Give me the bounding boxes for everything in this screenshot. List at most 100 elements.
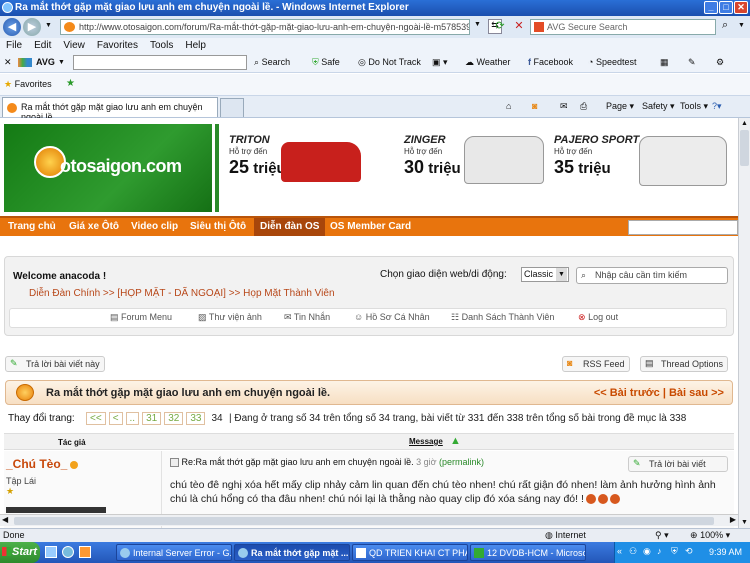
page-31[interactable]: 31 bbox=[142, 412, 162, 425]
search-go-icon[interactable]: ⌕ bbox=[722, 19, 728, 32]
author-name[interactable]: _Chú Tèo_ bbox=[6, 457, 67, 471]
task-current-page[interactable]: Ra mắt thớt gặp mặt ... bbox=[234, 544, 350, 561]
avg-menu[interactable]: AVG bbox=[36, 57, 55, 67]
start-button[interactable]: Start bbox=[0, 542, 40, 563]
tray-expand-icon[interactable]: « bbox=[617, 546, 622, 556]
ad-triton[interactable]: TRITON Hỗ trợ đến 25 triệu bbox=[229, 134, 286, 178]
quicklaunch-desktop-icon[interactable] bbox=[45, 546, 57, 558]
page-first[interactable]: << bbox=[86, 412, 106, 425]
page-ellipsis[interactable]: .. bbox=[125, 412, 140, 425]
tray-avg-icon[interactable]: ◉ bbox=[643, 546, 651, 557]
scroll-right-icon[interactable]: ▶ bbox=[730, 515, 736, 524]
prev-thread-link[interactable]: << Bài trước bbox=[594, 387, 660, 399]
horizontal-thumb[interactable] bbox=[14, 517, 714, 525]
scroll-up-icon[interactable]: ▲ bbox=[741, 120, 748, 127]
gallery-link[interactable]: ▨ Thư viện ảnh bbox=[198, 312, 262, 323]
tray-security-icon[interactable]: ⛨ bbox=[671, 546, 678, 557]
thread-options-button[interactable]: ▤ Thread Options bbox=[640, 356, 729, 372]
breadcrumb[interactable]: Diễn Đàn Chính >> [HỌP MẶT - DÃ NGOẠI] >… bbox=[29, 288, 335, 299]
protected-mode-icon[interactable]: ⚲ ▾ bbox=[655, 530, 669, 541]
nav-car-market[interactable]: Siêu thị Ôtô bbox=[190, 221, 246, 232]
permalink[interactable]: (permalink) bbox=[439, 457, 484, 467]
scroll-down-icon[interactable]: ▼ bbox=[741, 519, 748, 526]
forum-search-input[interactable]: ⌕ Nhập câu cần tìm kiếm bbox=[576, 267, 728, 284]
back-button[interactable]: ◀ bbox=[3, 18, 21, 36]
task-excel[interactable]: 12 DVDB-HCM - Microsof... bbox=[470, 544, 586, 561]
stop-button[interactable]: ✕ bbox=[512, 19, 526, 34]
toolbar-extra-icon[interactable]: ▣ ▾ bbox=[432, 57, 448, 68]
nav-forum[interactable]: Diễn đàn OS bbox=[254, 218, 326, 236]
menu-help[interactable]: Help bbox=[185, 40, 206, 51]
reply-post-button[interactable]: ✎ Trả lời bài viết bbox=[628, 456, 728, 472]
safety-menu[interactable]: Safety ▾ bbox=[642, 101, 675, 112]
toolbar-donottrack-button[interactable]: ◎ Do Not Track bbox=[358, 57, 421, 68]
car-ad-banner[interactable]: TRITON Hỗ trợ đến 25 triệu ZINGER Hỗ trợ… bbox=[215, 124, 738, 212]
close-window-button[interactable]: ✕ bbox=[734, 1, 748, 14]
toolbar-speedtest-button[interactable]: ◔ Speedtest bbox=[588, 57, 636, 67]
menu-view[interactable]: View bbox=[63, 40, 85, 51]
vertical-thumb[interactable] bbox=[740, 130, 749, 166]
menu-edit[interactable]: Edit bbox=[34, 40, 51, 51]
task-word-doc[interactable]: QD TRIEN KHAI CT PHAT... bbox=[352, 544, 468, 561]
page-prev[interactable]: < bbox=[108, 412, 123, 425]
toolbar-weather-button[interactable]: ☁ Weather bbox=[465, 57, 510, 68]
menu-tools[interactable]: Tools bbox=[150, 40, 173, 51]
rss-icon[interactable]: ◙ bbox=[532, 101, 537, 111]
member-list-link[interactable]: ☷ Danh Sách Thành Viên bbox=[451, 312, 554, 323]
site-logo[interactable]: otosaigon.com bbox=[4, 124, 212, 212]
messages-link[interactable]: ✉ Tin Nhắn bbox=[284, 312, 330, 323]
toolbar-safe-button[interactable]: ⛨ Safe bbox=[312, 57, 340, 68]
reply-thread-button[interactable]: ✎ Trả lời bài viết này bbox=[5, 356, 105, 372]
nav-home[interactable]: Trang chủ bbox=[8, 221, 56, 232]
next-thread-link[interactable]: Bài sau >> bbox=[669, 387, 724, 399]
sort-up-icon[interactable]: ▲ bbox=[450, 435, 461, 447]
toolbar-close-icon[interactable]: ✕ bbox=[4, 57, 12, 68]
home-icon[interactable]: ⌂ bbox=[506, 101, 511, 111]
toolbar-edit-icon[interactable]: ✎ bbox=[688, 57, 696, 68]
toolbar-settings-icon[interactable]: ⚙ bbox=[716, 57, 724, 68]
nav-video[interactable]: Video clip bbox=[131, 221, 178, 232]
avg-dropdown-icon[interactable]: ▼ bbox=[58, 59, 65, 66]
logout-link[interactable]: ⊗ Log out bbox=[578, 312, 618, 323]
page-32[interactable]: 32 bbox=[164, 412, 184, 425]
address-input[interactable]: http://www.otosaigon.com/forum/Ra-mắt-th… bbox=[60, 19, 470, 35]
scroll-left-icon[interactable]: ◀ bbox=[2, 515, 8, 524]
toolbar-search-button[interactable]: ⌕ Search bbox=[254, 57, 290, 68]
toolbar-calendar-icon[interactable]: ▦ bbox=[660, 57, 669, 68]
help-icon[interactable]: ?▾ bbox=[712, 101, 722, 112]
tools-menu[interactable]: Tools ▾ bbox=[680, 101, 708, 112]
minimize-button[interactable]: _ bbox=[704, 1, 718, 14]
profile-link[interactable]: ☺ Hồ Sơ Cá Nhân bbox=[354, 312, 430, 322]
menu-favorites[interactable]: Favorites bbox=[97, 40, 138, 51]
horizontal-scrollbar[interactable]: ◀ ▶ bbox=[0, 514, 738, 526]
tray-network-icon[interactable]: ⚇ bbox=[629, 546, 637, 557]
forward-button[interactable]: ▶ bbox=[23, 18, 41, 36]
zoom-control[interactable]: ⊕ 100% ▾ bbox=[690, 530, 730, 541]
tab-current[interactable]: Ra mắt thớt gặp mặt giao lưu anh em chuy… bbox=[2, 97, 218, 122]
address-dropdown[interactable]: ▼ bbox=[474, 21, 481, 28]
nav-member-card[interactable]: OS Member Card bbox=[330, 221, 411, 232]
new-tab-button[interactable] bbox=[220, 98, 244, 117]
theme-select[interactable]: Classic ▼ bbox=[521, 267, 569, 282]
page-33[interactable]: 33 bbox=[186, 412, 206, 425]
rss-feed-button[interactable]: ◙ RSS Feed bbox=[562, 356, 630, 372]
page-menu[interactable]: Page ▾ bbox=[606, 101, 634, 112]
maximize-button[interactable]: □ bbox=[719, 1, 733, 14]
col-message[interactable]: Message bbox=[409, 437, 443, 446]
mail-icon[interactable]: ✉ bbox=[560, 101, 568, 112]
menu-file[interactable]: File bbox=[6, 40, 22, 51]
nav-car-prices[interactable]: Giá xe Ôtô bbox=[69, 221, 119, 232]
ad-pajero[interactable]: PAJERO SPORT Hỗ trợ đến 35 triệu bbox=[554, 134, 639, 178]
toolbar-facebook-button[interactable]: f Facebook bbox=[528, 57, 573, 67]
tray-volume-icon[interactable]: ♪ bbox=[657, 546, 662, 556]
search-engine-box[interactable]: AVG Secure Search bbox=[530, 19, 716, 35]
quicklaunch-ie-icon[interactable] bbox=[62, 546, 74, 558]
avg-search-input[interactable] bbox=[73, 55, 247, 70]
history-dropdown[interactable]: ▼ bbox=[45, 22, 52, 29]
vertical-scrollbar[interactable]: ▲ ▼ bbox=[738, 118, 750, 528]
forum-menu-link[interactable]: ▤ Forum Menu bbox=[110, 312, 172, 323]
nav-search-input[interactable] bbox=[628, 220, 738, 235]
ad-zinger[interactable]: ZINGER Hỗ trợ đến 30 triệu bbox=[404, 134, 461, 178]
add-favorite-icon[interactable]: ★ bbox=[66, 78, 75, 89]
tray-update-icon[interactable]: ⟲ bbox=[685, 546, 693, 557]
